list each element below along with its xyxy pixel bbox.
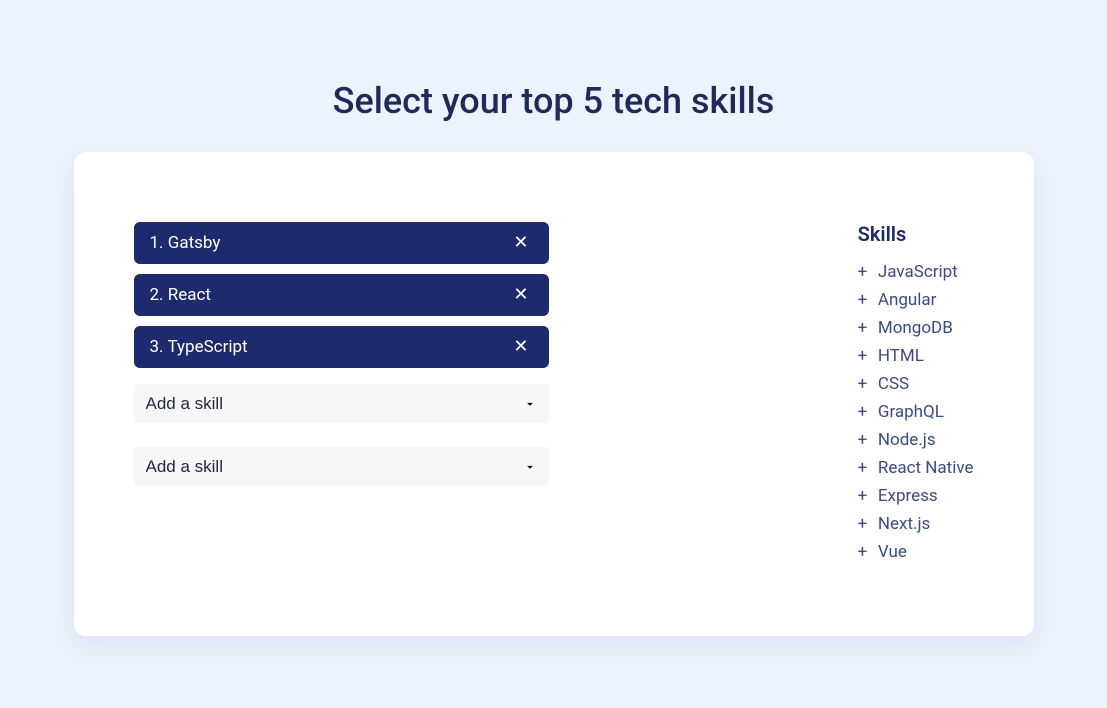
selected-skill-index: 2. xyxy=(150,285,164,305)
remove-skill-icon[interactable]: ✕ xyxy=(509,234,532,252)
available-skill-label: MongoDB xyxy=(878,318,953,338)
add-skill-select[interactable]: Add a skill xyxy=(134,447,549,486)
available-skill-label: Angular xyxy=(878,290,937,310)
available-skill-label: Next.js xyxy=(878,514,930,534)
plus-icon: + xyxy=(858,514,874,534)
selected-skill-name: Gatsby xyxy=(168,233,221,253)
add-skill-select[interactable]: Add a skill xyxy=(134,384,549,423)
available-skill-item[interactable]: + Node.js xyxy=(858,426,974,454)
available-skills-heading: Skills xyxy=(858,222,974,246)
plus-icon: + xyxy=(858,290,874,310)
selected-skill-row[interactable]: 1. Gatsby ✕ xyxy=(134,222,549,264)
plus-icon: + xyxy=(858,430,874,450)
plus-icon: + xyxy=(858,402,874,422)
selected-skill-name: TypeScript xyxy=(167,337,247,357)
available-skill-item[interactable]: + Angular xyxy=(858,286,974,314)
plus-icon: + xyxy=(858,374,874,394)
available-skill-label: React Native xyxy=(878,458,974,478)
skills-card: 1. Gatsby ✕ 2. React ✕ 3. TypeScript ✕ A… xyxy=(74,152,1034,636)
available-skills-column: Skills + JavaScript + Angular + MongoDB … xyxy=(858,222,974,566)
selected-skill-name: React xyxy=(168,285,211,305)
available-skill-label: CSS xyxy=(878,374,909,394)
available-skill-item[interactable]: + JavaScript xyxy=(858,258,974,286)
available-skill-label: JavaScript xyxy=(878,262,958,282)
page-title: Select your top 5 tech skills xyxy=(0,80,1107,122)
selected-skill-label: 3. TypeScript xyxy=(150,337,248,357)
plus-icon: + xyxy=(858,262,874,282)
available-skill-item[interactable]: + GraphQL xyxy=(858,398,974,426)
available-skill-label: HTML xyxy=(878,346,924,366)
available-skill-label: GraphQL xyxy=(878,402,944,422)
selected-skill-row[interactable]: 3. TypeScript ✕ xyxy=(134,326,549,368)
selected-skill-index: 1. xyxy=(150,233,164,253)
available-skill-item[interactable]: + CSS xyxy=(858,370,974,398)
selected-skills-column: 1. Gatsby ✕ 2. React ✕ 3. TypeScript ✕ A… xyxy=(134,222,549,566)
available-skill-item[interactable]: + Vue xyxy=(858,538,974,566)
selected-skill-row[interactable]: 2. React ✕ xyxy=(134,274,549,316)
available-skills-list: + JavaScript + Angular + MongoDB + HTML … xyxy=(858,258,974,566)
selected-skill-label: 2. React xyxy=(150,285,211,305)
selected-skill-index: 3. xyxy=(150,337,164,357)
available-skill-item[interactable]: + Next.js xyxy=(858,510,974,538)
available-skill-item[interactable]: + Express xyxy=(858,482,974,510)
available-skill-label: Vue xyxy=(878,542,907,562)
plus-icon: + xyxy=(858,542,874,562)
available-skill-item[interactable]: + HTML xyxy=(858,342,974,370)
available-skill-label: Node.js xyxy=(878,430,936,450)
available-skill-label: Express xyxy=(878,486,938,506)
plus-icon: + xyxy=(858,458,874,478)
selected-skill-label: 1. Gatsby xyxy=(150,233,221,253)
plus-icon: + xyxy=(858,486,874,506)
available-skill-item[interactable]: + MongoDB xyxy=(858,314,974,342)
remove-skill-icon[interactable]: ✕ xyxy=(509,338,532,356)
plus-icon: + xyxy=(858,318,874,338)
plus-icon: + xyxy=(858,346,874,366)
remove-skill-icon[interactable]: ✕ xyxy=(509,286,532,304)
available-skill-item[interactable]: + React Native xyxy=(858,454,974,482)
